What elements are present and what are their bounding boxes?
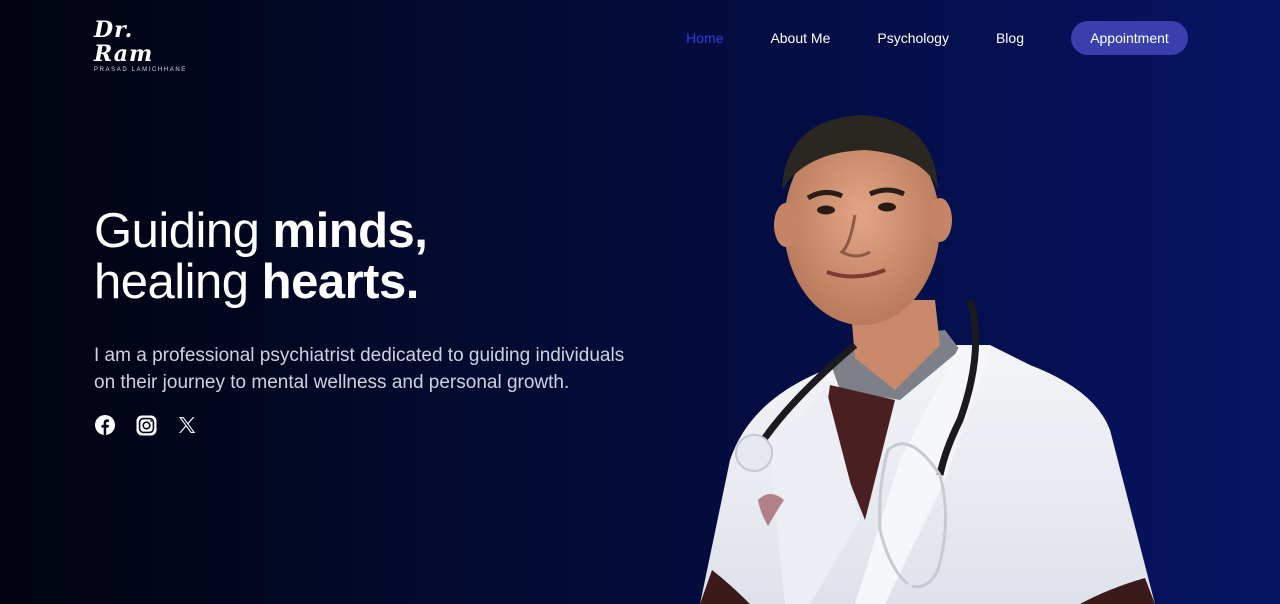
nav-link-about-me[interactable]: About Me (770, 21, 830, 55)
nav-link-psychology[interactable]: Psychology (877, 21, 949, 55)
nav-link-home[interactable]: Home (686, 21, 723, 55)
appointment-button[interactable]: Appointment (1071, 21, 1188, 55)
headline-line1-light: Guiding (94, 204, 273, 258)
headline-line2-bold: hearts. (261, 255, 420, 309)
hero-section: Guiding minds, healing hearts. I am a pr… (94, 206, 654, 436)
social-links (94, 414, 654, 436)
nav-link-blog[interactable]: Blog (996, 21, 1024, 55)
headline-line2-light: healing (94, 255, 262, 309)
logo-subtitle: PRASAD LAMICHHANE (94, 67, 187, 73)
hero-headline: Guiding minds, healing hearts. (94, 206, 654, 308)
facebook-icon[interactable] (94, 414, 116, 436)
site-logo[interactable]: Dr. Ram PRASAD LAMICHHANE (94, 18, 190, 73)
top-navigation: Dr. Ram PRASAD LAMICHHANE Home About Me … (0, 0, 1280, 76)
doctor-portrait (690, 100, 1170, 604)
headline-line1-bold: minds, (272, 204, 428, 258)
instagram-icon[interactable] (135, 414, 157, 436)
hero-description: I am a professional psychiatrist dedicat… (94, 345, 625, 393)
doctor-portrait-illustration (700, 115, 1155, 604)
logo-script: Dr. Ram (94, 17, 154, 67)
nav-links: Home About Me Psychology Blog Appointmen… (686, 21, 1188, 55)
x-icon[interactable] (176, 414, 198, 436)
